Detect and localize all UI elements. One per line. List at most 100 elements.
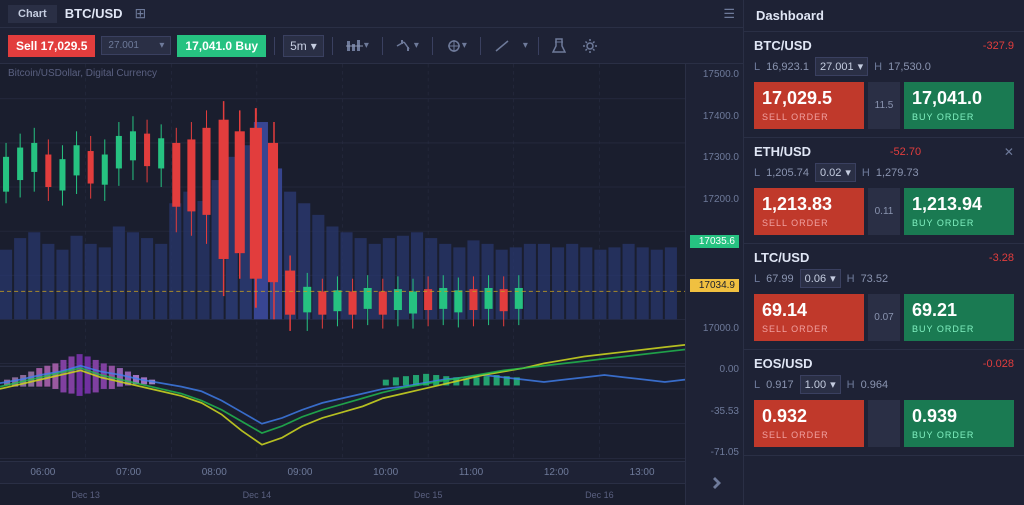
pair-eth-name: ETH/USD: [754, 144, 811, 159]
pair-eth-prices: 1,213.83 SELL ORDER 0.11 1,213.94 BUY OR…: [754, 188, 1014, 235]
indicators-icon: [346, 39, 364, 53]
pair-btc-sell-box[interactable]: 17,029.5 SELL ORDER: [754, 82, 864, 129]
pair-eos-buy-price: 0.939: [912, 406, 1006, 427]
sell-button[interactable]: Sell 17,029.5: [8, 35, 95, 57]
time-1100: 11:00: [459, 467, 483, 478]
price-17000: 17000.0: [690, 323, 739, 334]
toolbar: Sell 17,029.5 27.001 ▾ 17,041.0 Buy 5m ▾…: [0, 28, 743, 64]
separator-3: [382, 37, 383, 55]
pair-eth-close-button[interactable]: ✕: [1004, 145, 1014, 159]
pair-eos-header: EOS/USD -0.028: [754, 356, 1014, 371]
pair-eos-name: EOS/USD: [754, 356, 813, 371]
chart-symbol: BTC/USD: [65, 6, 123, 21]
pair-eos-spread-badge: [868, 400, 900, 447]
pair-eth-sell-label: SELL ORDER: [762, 218, 829, 228]
price-17200: 17200.0: [690, 194, 739, 205]
pair-eth-spread-val: 0.02: [820, 167, 841, 179]
settings-button[interactable]: [577, 36, 603, 56]
pair-eos-high: 0.964: [861, 379, 889, 391]
pair-eos-buy-box[interactable]: 0.939 BUY ORDER: [904, 400, 1014, 447]
flask-button[interactable]: [547, 36, 571, 56]
pair-ltc-spread-val: 0.06: [805, 273, 826, 285]
pair-eth-buy-box[interactable]: 1,213.94 BUY ORDER: [904, 188, 1014, 235]
pair-btc-buy-box[interactable]: 17,041.0 BUY ORDER: [904, 82, 1014, 129]
pair-eth-high: 1,279.73: [876, 167, 919, 179]
price-osc-neg1: -35.53: [690, 406, 739, 417]
chart-menu-icon[interactable]: ☰: [723, 6, 735, 22]
drawing-arrow[interactable]: ▾: [521, 40, 530, 51]
pair-card-ltc: LTC/USD -3.28 L 67.99 0.06 ▾ H 73.52 69.…: [744, 244, 1024, 350]
pair-ltc-spread-badge: 0.07: [868, 294, 900, 341]
scroll-icon: [707, 475, 723, 491]
pair-eos-sell-price: 0.932: [762, 406, 856, 427]
price-input[interactable]: 27.001 ▾: [101, 36, 171, 55]
pair-eos-buy-label: BUY ORDER: [912, 430, 974, 440]
pair-ltc-stats: L 67.99 0.06 ▾ H 73.52: [754, 269, 1014, 288]
drawing-icon: [494, 39, 510, 53]
scroll-controls[interactable]: [685, 461, 743, 505]
pair-card-eos: EOS/USD -0.028 L 0.917 1.00 ▾ H 0.964 0.…: [744, 350, 1024, 456]
price-osc-neg2: -71.05: [690, 447, 739, 458]
dashboard-title: Dashboard: [744, 0, 1024, 32]
symbol-edit-icon[interactable]: ⊞: [135, 5, 147, 22]
price-17500: 17500.0: [690, 69, 739, 80]
chart-area[interactable]: Bitcoin/USDollar, Digital Currency: [0, 64, 743, 505]
settings-icon: [582, 38, 598, 54]
pair-eth-buy-price: 1,213.94: [912, 194, 1006, 215]
drawing-button[interactable]: [489, 37, 515, 55]
pair-eos-sell-box[interactable]: 0.932 SELL ORDER: [754, 400, 864, 447]
pair-eth-low: 1,205.74: [766, 167, 809, 179]
chart-svg-container: L: 16923.1: [0, 64, 685, 505]
time-0600: 06:00: [30, 467, 55, 478]
timeframe-arrow: ▾: [311, 39, 317, 53]
pair-ltc-sell-box[interactable]: 69.14 SELL ORDER: [754, 294, 864, 341]
pair-ltc-low: 67.99: [766, 273, 794, 285]
pair-btc-spread-dropdown[interactable]: 27.001 ▾: [815, 57, 868, 76]
pair-ltc-sell-label: SELL ORDER: [762, 324, 829, 334]
pair-eth-stats: L 1,205.74 0.02 ▾ H 1,279.73: [754, 163, 1014, 182]
chart-header: Chart BTC/USD ⊞ ☰: [0, 0, 743, 28]
current-price-yellow: 17034.9: [690, 279, 739, 292]
pair-ltc-spread-dropdown[interactable]: 0.06 ▾: [800, 269, 841, 288]
pair-eth-buy-label: BUY ORDER: [912, 218, 974, 228]
pair-card-btc: BTC/USD -327.9 L 16,923.1 27.001 ▾ H 17,…: [744, 32, 1024, 138]
chart-type-button[interactable]: ▾: [391, 37, 424, 55]
dashboard-panel: Dashboard BTC/USD -327.9 L 16,923.1 27.0…: [744, 0, 1024, 505]
timeframe-selector[interactable]: 5m ▾: [283, 35, 324, 57]
price-arrow: ▾: [159, 40, 164, 51]
crosshair-button[interactable]: ▾: [441, 37, 472, 55]
crosshair-arrow: ▾: [462, 40, 467, 51]
pair-btc-header: BTC/USD -327.9: [754, 38, 1014, 53]
time-0900: 09:00: [287, 467, 312, 478]
date-dec16: Dec 16: [585, 490, 614, 500]
time-1300: 13:00: [630, 467, 655, 478]
pair-btc-name: BTC/USD: [754, 38, 812, 53]
pair-eos-spread-dropdown[interactable]: 1.00 ▾: [800, 375, 841, 394]
pair-ltc-header: LTC/USD -3.28: [754, 250, 1014, 265]
main-chart-svg: L: 16923.1: [0, 64, 685, 505]
indicators-button[interactable]: ▾: [341, 37, 374, 55]
separator-5: [480, 37, 481, 55]
pair-btc-prices: 17,029.5 SELL ORDER 11.5 17,041.0 BUY OR…: [754, 82, 1014, 129]
current-price-green: 17035.6: [690, 235, 739, 248]
pair-btc-stats: L 16,923.1 27.001 ▾ H 17,530.0: [754, 57, 1014, 76]
indicators-arrow: ▾: [364, 40, 369, 51]
price-17400: 17400.0: [690, 111, 739, 122]
pair-eos-low: 0.917: [766, 379, 794, 391]
separator-1: [274, 37, 275, 55]
buy-button[interactable]: 17,041.0 Buy: [177, 35, 266, 57]
pair-eth-spread-dropdown[interactable]: 0.02 ▾: [815, 163, 856, 182]
pair-ltc-buy-box[interactable]: 69.21 BUY ORDER: [904, 294, 1014, 341]
time-0800: 08:00: [202, 467, 227, 478]
pair-eth-sell-box[interactable]: 1,213.83 SELL ORDER: [754, 188, 864, 235]
pair-btc-buy-label: BUY ORDER: [912, 112, 974, 122]
pair-btc-spread-val: 27.001: [820, 61, 854, 73]
pair-eos-sell-label: SELL ORDER: [762, 430, 829, 440]
pair-btc-spread-badge: 11.5: [868, 82, 900, 129]
pair-eth-sell-price: 1,213.83: [762, 194, 856, 215]
pair-btc-buy-price: 17,041.0: [912, 88, 1006, 109]
chart-type-arrow: ▾: [414, 40, 419, 51]
pair-btc-sell-label: SELL ORDER: [762, 112, 829, 122]
separator-6: [538, 37, 539, 55]
chart-tab[interactable]: Chart: [8, 5, 57, 23]
